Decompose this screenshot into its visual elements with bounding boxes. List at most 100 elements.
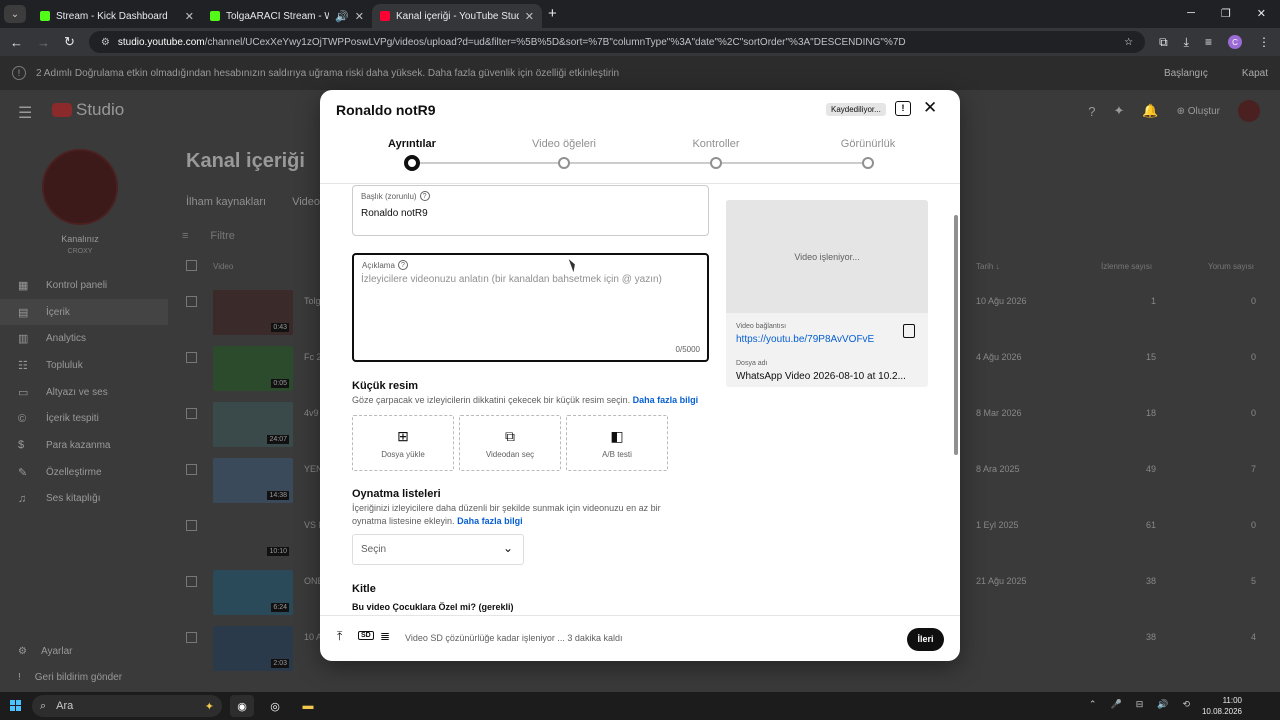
- col-date[interactable]: Tarih ↓: [976, 262, 1000, 271]
- studio-logo[interactable]: Studio: [52, 100, 124, 120]
- help-icon[interactable]: ?: [397, 260, 408, 270]
- tray-chevron-icon[interactable]: ⌃: [1089, 699, 1097, 710]
- row-checkbox[interactable]: [186, 352, 197, 363]
- chrome-taskbar-icon[interactable]: ◉: [230, 695, 254, 717]
- col-views[interactable]: İzlenme sayısı: [1101, 262, 1152, 271]
- sidebar-item-audio-library[interactable]: ♫ Ses kitaplığı: [0, 486, 168, 513]
- close-tab-icon[interactable]: ✕: [525, 10, 534, 23]
- account-avatar[interactable]: [1238, 100, 1260, 122]
- video-thumbnail[interactable]: 2:03: [213, 626, 293, 671]
- network-icon[interactable]: ⊟: [1136, 699, 1144, 710]
- report-feedback-icon[interactable]: !: [895, 101, 911, 116]
- row-checkbox[interactable]: [186, 632, 197, 643]
- restore-icon[interactable]: ❐: [1221, 7, 1231, 20]
- video-thumbnail[interactable]: 14:38: [213, 458, 293, 503]
- taskbar-clock[interactable]: 11:00 10.08.2026: [1202, 695, 1242, 717]
- upload-thumbnail-button[interactable]: ⊞ Dosya yükle: [352, 415, 454, 471]
- row-checkbox[interactable]: [186, 576, 197, 587]
- step-video-elements[interactable]: Video öğeleri: [504, 138, 624, 150]
- volume-icon[interactable]: 🔊: [1157, 699, 1168, 710]
- filter-input[interactable]: Filtre: [210, 230, 234, 242]
- obs-taskbar-icon[interactable]: ◎: [263, 695, 287, 717]
- step-checks[interactable]: Kontroller: [656, 138, 776, 150]
- minimize-icon[interactable]: ─: [1187, 7, 1195, 20]
- select-from-video-button[interactable]: ⧉ Videodan seç: [459, 415, 561, 471]
- sidebar-item-monetization[interactable]: $ Para kazanma: [0, 432, 168, 459]
- notice-start-button[interactable]: Başlangıç: [1164, 68, 1208, 79]
- sidebar-item-subtitles[interactable]: ▭ Altyazı ve ses: [0, 379, 168, 406]
- thumbnail-learn-more-link[interactable]: Daha fazla bilgi: [633, 395, 699, 405]
- create-button[interactable]: ⊕ Oluştur: [1177, 106, 1220, 117]
- video-thumbnail[interactable]: 0:43: [213, 290, 293, 335]
- sidebar-item-customization[interactable]: ✎ Özelleştirme: [0, 459, 168, 486]
- profile-avatar[interactable]: C: [1228, 35, 1242, 49]
- forward-icon[interactable]: →: [37, 35, 50, 50]
- browser-tab-kick-dashboard[interactable]: Stream - Kick Dashboard ✕: [32, 4, 202, 28]
- close-dialog-icon[interactable]: ✕: [923, 98, 937, 118]
- close-window-icon[interactable]: ✕: [1257, 7, 1266, 20]
- microphone-icon[interactable]: 🎤: [1110, 699, 1121, 710]
- help-icon[interactable]: ?: [419, 191, 430, 201]
- taskbar-search[interactable]: ⌕ Ara ✦: [32, 695, 222, 717]
- scrollbar-thumb[interactable]: [954, 215, 958, 455]
- browser-menu-icon[interactable]: ⋮: [1258, 35, 1270, 49]
- notifications-icon[interactable]: 🔔: [1142, 103, 1158, 119]
- close-tab-icon[interactable]: ✕: [355, 10, 364, 23]
- tray-app-icon[interactable]: ⟲: [1182, 699, 1190, 710]
- dialog-scrollbar[interactable]: [954, 185, 958, 615]
- tab-inspiration[interactable]: İlham kaynakları: [186, 196, 266, 208]
- row-checkbox[interactable]: [186, 520, 197, 531]
- notice-close-button[interactable]: Kapat: [1242, 68, 1268, 79]
- col-comments[interactable]: Yorum sayısı: [1208, 262, 1254, 271]
- sidebar-item-feedback[interactable]: ! Geri bildirim gönder: [0, 664, 168, 690]
- bookmark-star-icon[interactable]: ☆: [1124, 37, 1133, 48]
- step-details[interactable]: Ayrıntılar: [352, 138, 472, 150]
- video-title[interactable]: Tolg: [304, 296, 321, 306]
- new-tab-button[interactable]: +: [548, 5, 557, 22]
- extensions-icon[interactable]: ⧉: [1159, 35, 1168, 50]
- windows-start-icon[interactable]: [10, 700, 22, 712]
- sidebar-item-analytics[interactable]: ▥ Analytics: [0, 325, 168, 352]
- sidebar-item-settings[interactable]: ⚙ Ayarlar: [0, 638, 168, 664]
- video-link[interactable]: https://youtu.be/79P8AvVOFvE: [736, 334, 874, 345]
- channel-avatar[interactable]: [42, 149, 118, 225]
- download-icon[interactable]: ⤓: [1184, 35, 1189, 50]
- video-thumbnail[interactable]: 10:10: [213, 514, 293, 559]
- sidebar-item-content[interactable]: ▤ İçerik: [0, 298, 168, 326]
- tab-videos[interactable]: Video: [292, 196, 320, 208]
- title-field[interactable]: Başlık (zorunlu)? Ronaldo notR9: [352, 185, 709, 236]
- row-checkbox[interactable]: [186, 464, 197, 475]
- media-controls-icon[interactable]: ≡: [1205, 35, 1212, 49]
- sparkle-icon[interactable]: ✦: [1114, 103, 1125, 119]
- site-info-icon[interactable]: ⚙: [101, 37, 110, 48]
- sidebar-item-dashboard[interactable]: ▦ Kontrol paneli: [0, 272, 168, 299]
- filter-icon[interactable]: ≡: [182, 230, 188, 242]
- help-icon[interactable]: ?: [1088, 104, 1095, 119]
- close-tab-icon[interactable]: ✕: [185, 10, 194, 23]
- address-bar[interactable]: ⚙ studio.youtube.com/channel/UCexXeYwy1z…: [88, 31, 1146, 53]
- copy-icon[interactable]: [903, 324, 915, 338]
- browser-tab-kick-stream[interactable]: TolgaARACI Stream - Watch 🔊 ✕: [202, 4, 372, 28]
- select-all-checkbox[interactable]: [186, 260, 197, 271]
- video-title[interactable]: VS I: [304, 520, 321, 530]
- row-checkbox[interactable]: [186, 296, 197, 307]
- hamburger-menu-icon[interactable]: ☰: [18, 103, 32, 123]
- file-explorer-taskbar-icon[interactable]: ▬: [296, 695, 320, 717]
- back-icon[interactable]: ←: [10, 35, 23, 50]
- next-button[interactable]: İleri: [907, 628, 944, 651]
- sidebar-item-community[interactable]: ☷ Topluluk: [0, 352, 168, 379]
- video-title[interactable]: 4v9: [304, 408, 319, 418]
- browser-tab-youtube-studio[interactable]: Kanal içeriği - YouTube Studio ✕: [372, 4, 542, 28]
- row-checkbox[interactable]: [186, 408, 197, 419]
- step-visibility[interactable]: Görünürlük: [808, 138, 928, 150]
- ab-test-button[interactable]: ◧ A/B testi: [566, 415, 668, 471]
- video-thumbnail[interactable]: 24:07: [213, 402, 293, 447]
- video-title[interactable]: Fc 2: [304, 352, 322, 362]
- audio-icon[interactable]: 🔊: [335, 10, 349, 23]
- playlist-select[interactable]: Seçin ⌄: [352, 534, 524, 565]
- description-field[interactable]: Açıklama? İzleyicilere videonuzu anlatın…: [352, 253, 709, 362]
- reload-icon[interactable]: ↻: [64, 34, 75, 50]
- sidebar-item-copyright[interactable]: © İçerik tespiti: [0, 405, 168, 432]
- playlists-learn-more-link[interactable]: Daha fazla bilgi: [457, 516, 523, 526]
- video-thumbnail[interactable]: 0:05: [213, 346, 293, 391]
